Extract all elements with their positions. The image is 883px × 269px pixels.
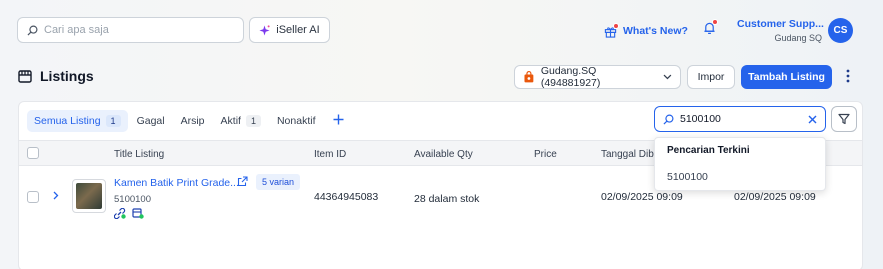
listings-icon	[18, 69, 32, 83]
whats-new-label: What's New?	[623, 25, 688, 37]
page-title-text: Listings	[40, 68, 94, 84]
notification-dot	[712, 19, 718, 25]
search-icon	[27, 25, 38, 36]
whats-new-link[interactable]: What's New?	[604, 21, 688, 41]
column-header-title[interactable]: Title Listing	[114, 149, 164, 160]
tab-arsip[interactable]: Arsip	[174, 110, 212, 132]
tab-aktif[interactable]: Aktif 1	[214, 110, 268, 132]
select-all-checkbox[interactable]	[27, 147, 39, 159]
shopping-bag-icon	[524, 71, 534, 83]
add-tab-plus-icon[interactable]	[333, 112, 344, 130]
column-header-price[interactable]: Price	[534, 149, 557, 160]
recent-search-dropdown: Pencarian Terkini 5100100	[654, 137, 826, 191]
chevron-right-icon[interactable]	[53, 191, 59, 203]
recent-search-header: Pencarian Terkini	[667, 145, 750, 156]
iseller-ai-button[interactable]: iSeller AI	[249, 17, 330, 43]
external-link-icon[interactable]	[237, 176, 248, 190]
tab-count-badge: 1	[245, 115, 261, 127]
add-listing-button[interactable]: Tambah Listing	[741, 65, 832, 89]
row-status-icons	[114, 208, 144, 219]
row-checkbox[interactable]	[27, 191, 39, 203]
column-header-item-id[interactable]: Item ID	[314, 149, 346, 160]
gift-icon	[604, 22, 619, 38]
iseller-ai-label: iSeller AI	[276, 24, 320, 36]
chevron-down-icon	[663, 74, 672, 80]
column-header-created-date[interactable]: Tanggal Dibu	[601, 149, 659, 160]
page-title: Listings	[18, 68, 94, 84]
tab-label: Arsip	[180, 115, 205, 127]
notification-dot	[613, 22, 619, 29]
top-bar: Cari apa saja iSeller AI What's New? Cus…	[0, 0, 883, 60]
product-sku: 5100100	[114, 194, 151, 205]
listing-tabs: Semua Listing 1 Gagal Arsip Aktif 1 Nona…	[27, 110, 344, 132]
store-selector-value: Gudang.SQ (494881927)	[540, 65, 601, 89]
tab-nonaktif[interactable]: Nonaktif	[270, 110, 323, 132]
available-qty-cell: 28 dalam stok	[414, 193, 480, 205]
tab-label: Aktif	[220, 115, 241, 127]
updated-date-cell: 02/09/2025 09:09	[734, 191, 816, 203]
store-sync-icon	[132, 208, 144, 219]
product-title-link[interactable]: Kamen Batik Print Grade...	[114, 177, 239, 189]
global-search-input[interactable]: Cari apa saja	[17, 17, 244, 43]
more-options-icon[interactable]	[845, 69, 851, 86]
notification-bell-icon[interactable]	[703, 19, 718, 35]
sparkle-icon	[259, 24, 270, 36]
user-name: Customer Supp...	[737, 18, 824, 30]
global-search-placeholder: Cari apa saja	[44, 24, 109, 36]
tab-semua-listing[interactable]: Semua Listing 1	[27, 110, 128, 132]
filter-icon	[838, 113, 850, 125]
tab-label: Semua Listing	[34, 115, 101, 127]
user-store: Gudang SQ	[774, 33, 822, 43]
item-id-cell: 44364945083	[314, 191, 379, 203]
close-icon[interactable]	[808, 115, 817, 124]
tab-gagal[interactable]: Gagal	[130, 110, 172, 132]
listing-search-input[interactable]: 5100100	[654, 106, 826, 132]
store-selector[interactable]: Gudang.SQ (494881927)	[514, 65, 681, 89]
link-status-icon	[114, 208, 126, 219]
column-header-available-qty[interactable]: Available Qty	[414, 149, 473, 160]
listing-search-value: 5100100	[680, 113, 721, 125]
avatar[interactable]: CS	[828, 18, 853, 43]
tab-label: Nonaktif	[276, 115, 316, 127]
import-button[interactable]: Impor	[687, 65, 735, 89]
user-menu[interactable]: Customer Supp... Gudang SQ	[737, 18, 824, 43]
tab-count-badge: 1	[105, 115, 121, 127]
tab-label: Gagal	[136, 115, 165, 127]
recent-search-item[interactable]: 5100100	[667, 171, 708, 183]
variant-count-badge: 5 varian	[256, 174, 301, 190]
created-date-cell: 02/09/2025 09:09	[601, 191, 683, 203]
search-icon	[663, 114, 674, 125]
product-thumbnail	[72, 179, 106, 213]
filter-button[interactable]	[831, 106, 857, 132]
